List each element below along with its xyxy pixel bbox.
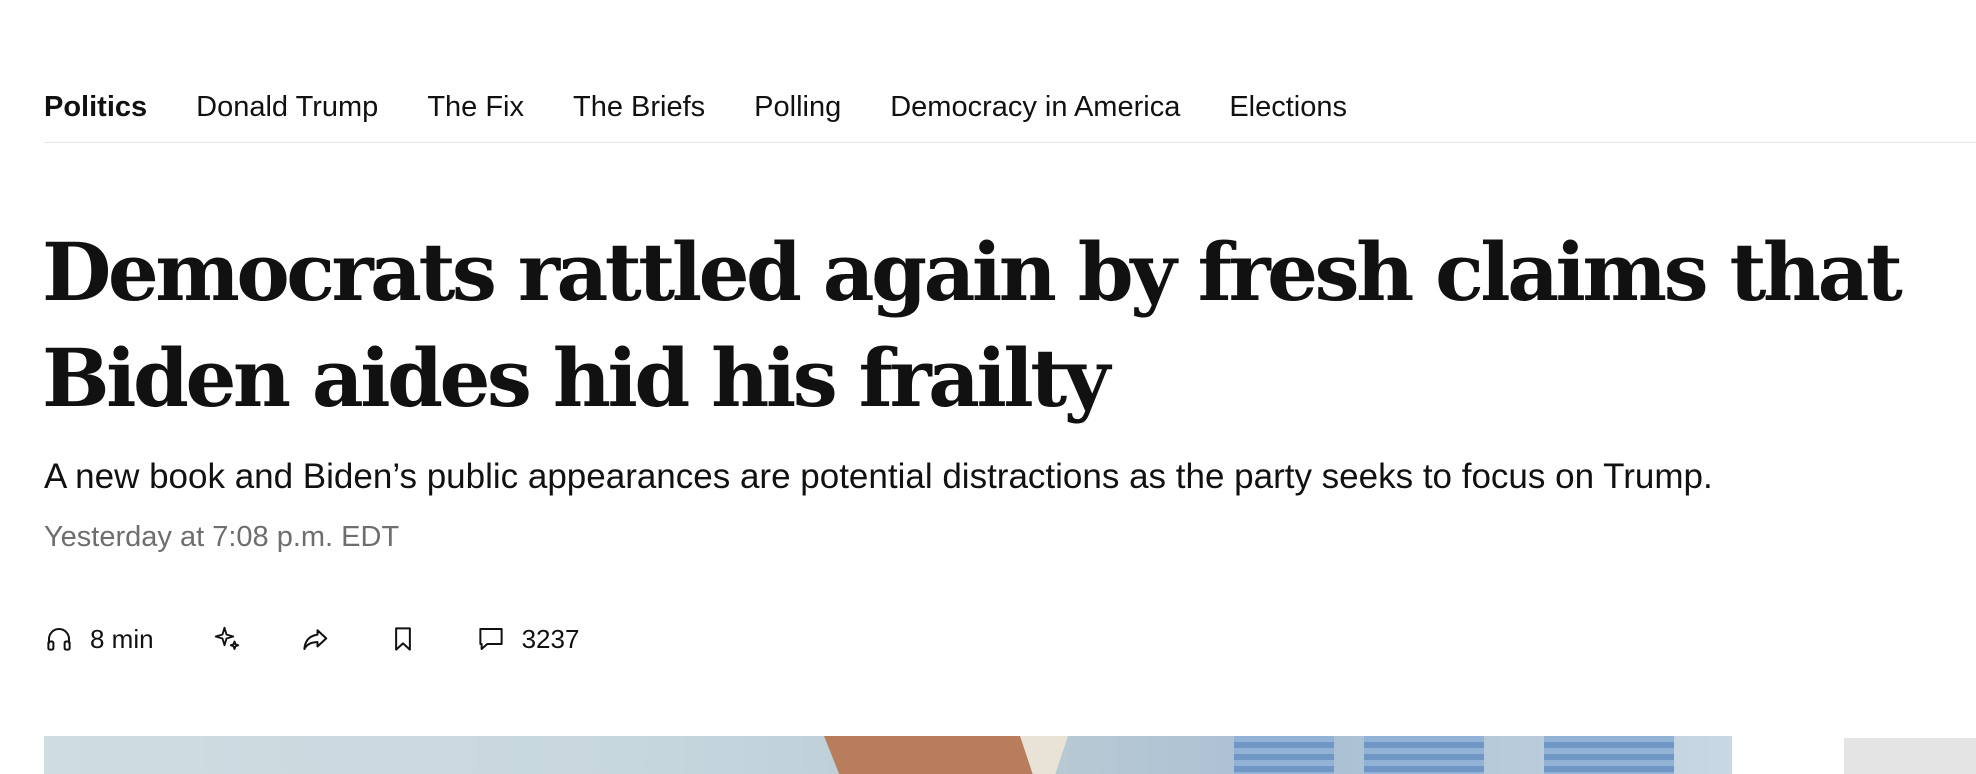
article-dek: A new book and Biden’s public appearance… — [44, 457, 1713, 496]
nav-item-politics[interactable]: Politics — [44, 82, 147, 132]
hero-image-building — [1364, 736, 1484, 774]
listen-duration: 8 min — [90, 623, 154, 654]
comment-icon — [476, 624, 506, 654]
headphones-icon — [44, 624, 74, 654]
nav-item-the-briefs[interactable]: The Briefs — [573, 82, 705, 132]
article-action-bar: 8 min 3237 — [44, 618, 579, 660]
share-arrow-icon — [300, 624, 330, 654]
article-page: Politics Donald Trump The Fix The Briefs… — [0, 0, 1976, 774]
share-button[interactable] — [300, 624, 330, 654]
section-nav: Politics Donald Trump The Fix The Briefs… — [44, 82, 1976, 143]
nav-item-the-fix[interactable]: The Fix — [427, 82, 524, 132]
nav-item-donald-trump[interactable]: Donald Trump — [196, 82, 378, 132]
ai-summary-button[interactable] — [212, 624, 242, 654]
nav-item-democracy-in-america[interactable]: Democracy in America — [890, 82, 1180, 132]
bookmark-button[interactable] — [388, 624, 418, 654]
article-headline: Democrats rattled again by fresh claims … — [42, 225, 1903, 425]
bookmark-icon — [388, 624, 418, 654]
listen-button[interactable]: 8 min — [44, 624, 154, 655]
comments-button[interactable]: 3237 — [476, 623, 580, 655]
hero-image-building — [1544, 736, 1674, 774]
sparkle-icon — [212, 624, 242, 654]
hero-image-building — [1234, 736, 1334, 774]
hero-image — [44, 736, 1732, 774]
article-timestamp: Yesterday at 7:08 p.m. EDT — [44, 521, 400, 553]
nav-item-polling[interactable]: Polling — [754, 82, 841, 132]
nav-item-elections[interactable]: Elections — [1229, 82, 1347, 132]
comment-count: 3237 — [521, 623, 580, 654]
sidebar-thumbnail — [1844, 738, 1976, 774]
